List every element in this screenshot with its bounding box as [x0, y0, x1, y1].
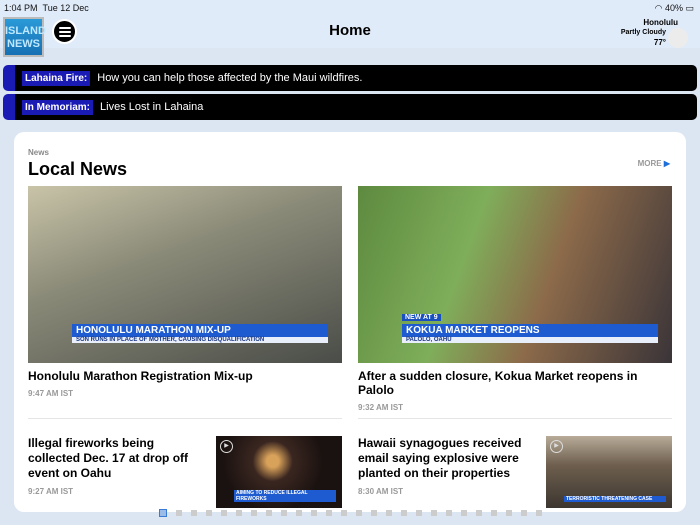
- page-dot[interactable]: [460, 510, 467, 516]
- page-dot[interactable]: [310, 510, 317, 516]
- play-icon: ▶: [220, 440, 233, 453]
- page-dot[interactable]: [220, 510, 227, 516]
- story-headline: After a sudden closure, Kokua Market reo…: [358, 369, 638, 397]
- page-dot[interactable]: [430, 510, 437, 516]
- ticker-text: How you can help those affected by the M…: [97, 72, 363, 84]
- divider: [358, 418, 672, 419]
- ticker-text: Lives Lost in Lahaina: [100, 101, 204, 113]
- story-headline: Honolulu Marathon Registration Mix-up: [28, 369, 253, 383]
- play-icon: ▶: [550, 440, 563, 453]
- video-banner: NEW AT 9 KOKUA MARKET REOPENS PALOLO, OAHU: [402, 306, 658, 343]
- status-time: 1:04 PM: [4, 3, 38, 13]
- page-dot[interactable]: [205, 510, 212, 516]
- page-dot[interactable]: [235, 510, 242, 516]
- logo[interactable]: ISLAND NEWS: [3, 17, 46, 57]
- page-dot[interactable]: [265, 510, 272, 516]
- story-thumbnail: ▶ AIMING TO REDUCE ILLEGAL FIREWORKS: [216, 436, 342, 508]
- page-indicator[interactable]: [0, 509, 700, 517]
- ticker-lahaina-fire[interactable]: Lahaina Fire: How you can help those affe…: [3, 65, 697, 91]
- local-news-card: News Local News MORE ▶ HONOLULU MARATHON…: [14, 132, 686, 512]
- story-item[interactable]: Hawaii synagogues received email saying …: [358, 436, 672, 508]
- story-time: 9:32 AM IST: [358, 403, 404, 412]
- page-dot[interactable]: [520, 510, 527, 516]
- story-thumbnail: ▶ TERRORISTIC THREATENING CASE: [546, 436, 672, 508]
- section-kicker: News: [28, 148, 49, 157]
- ticker-tag: Lahaina Fire:: [22, 70, 91, 86]
- page-dot[interactable]: [370, 510, 377, 516]
- wifi-icon: ◠: [654, 3, 663, 13]
- weather-widget[interactable]: Honolulu Partly Cloudy 77°: [621, 18, 678, 48]
- featured-story[interactable]: NEW AT 9 KOKUA MARKET REOPENS PALOLO, OAHU…: [358, 186, 672, 412]
- page-dot[interactable]: [535, 510, 542, 516]
- status-bar: 1:04 PM Tue 12 Dec ◠ 40% ▭: [0, 0, 700, 16]
- story-item[interactable]: Illegal fireworks being collected Dec. 1…: [28, 436, 342, 508]
- story-image: HONOLULU MARATHON MIX-UP SON RUNS IN PLAC…: [28, 186, 342, 363]
- story-image: NEW AT 9 KOKUA MARKET REOPENS PALOLO, OAHU: [358, 186, 672, 363]
- video-banner: HONOLULU MARATHON MIX-UP SON RUNS IN PLAC…: [72, 324, 328, 343]
- page-dot[interactable]: [158, 509, 167, 517]
- page-dot[interactable]: [325, 510, 332, 516]
- page-dot[interactable]: [355, 510, 362, 516]
- story-headline: Illegal fireworks being collected Dec. 1…: [28, 436, 189, 480]
- status-date: Tue 12 Dec: [42, 3, 89, 13]
- page-dot[interactable]: [385, 510, 392, 516]
- page-dot[interactable]: [415, 510, 422, 516]
- page-dot[interactable]: [295, 510, 302, 516]
- page-dot[interactable]: [340, 510, 347, 516]
- ticker-in-memoriam[interactable]: In Memoriam: Lives Lost in Lahaina: [3, 94, 697, 120]
- page-dot[interactable]: [400, 510, 407, 516]
- story-headline: Hawaii synagogues received email saying …: [358, 436, 522, 480]
- page-dot[interactable]: [280, 510, 287, 516]
- weather-condition: Partly Cloudy: [620, 29, 666, 36]
- weather-temp: 77°: [653, 38, 666, 47]
- page-dot[interactable]: [190, 510, 197, 516]
- story-time: 9:47 AM IST: [28, 389, 74, 398]
- section-title: Local News: [28, 159, 128, 179]
- more-link[interactable]: MORE ▶: [638, 159, 670, 168]
- featured-story[interactable]: HONOLULU MARATHON MIX-UP SON RUNS IN PLAC…: [28, 186, 342, 398]
- page-dot[interactable]: [490, 510, 497, 516]
- ticker-tag: In Memoriam:: [22, 99, 94, 115]
- page-dot[interactable]: [475, 510, 482, 516]
- battery-percent: 40%: [664, 3, 683, 13]
- page-dot[interactable]: [250, 510, 257, 516]
- battery-icon: ▭: [685, 3, 694, 13]
- weather-city: Honolulu: [643, 18, 678, 27]
- page-dot[interactable]: [175, 510, 182, 516]
- page-dot[interactable]: [445, 510, 452, 516]
- chevron-right-icon: ▶: [663, 159, 670, 168]
- divider: [28, 418, 342, 419]
- page-dot[interactable]: [505, 510, 512, 516]
- page-title: Home: [329, 22, 371, 39]
